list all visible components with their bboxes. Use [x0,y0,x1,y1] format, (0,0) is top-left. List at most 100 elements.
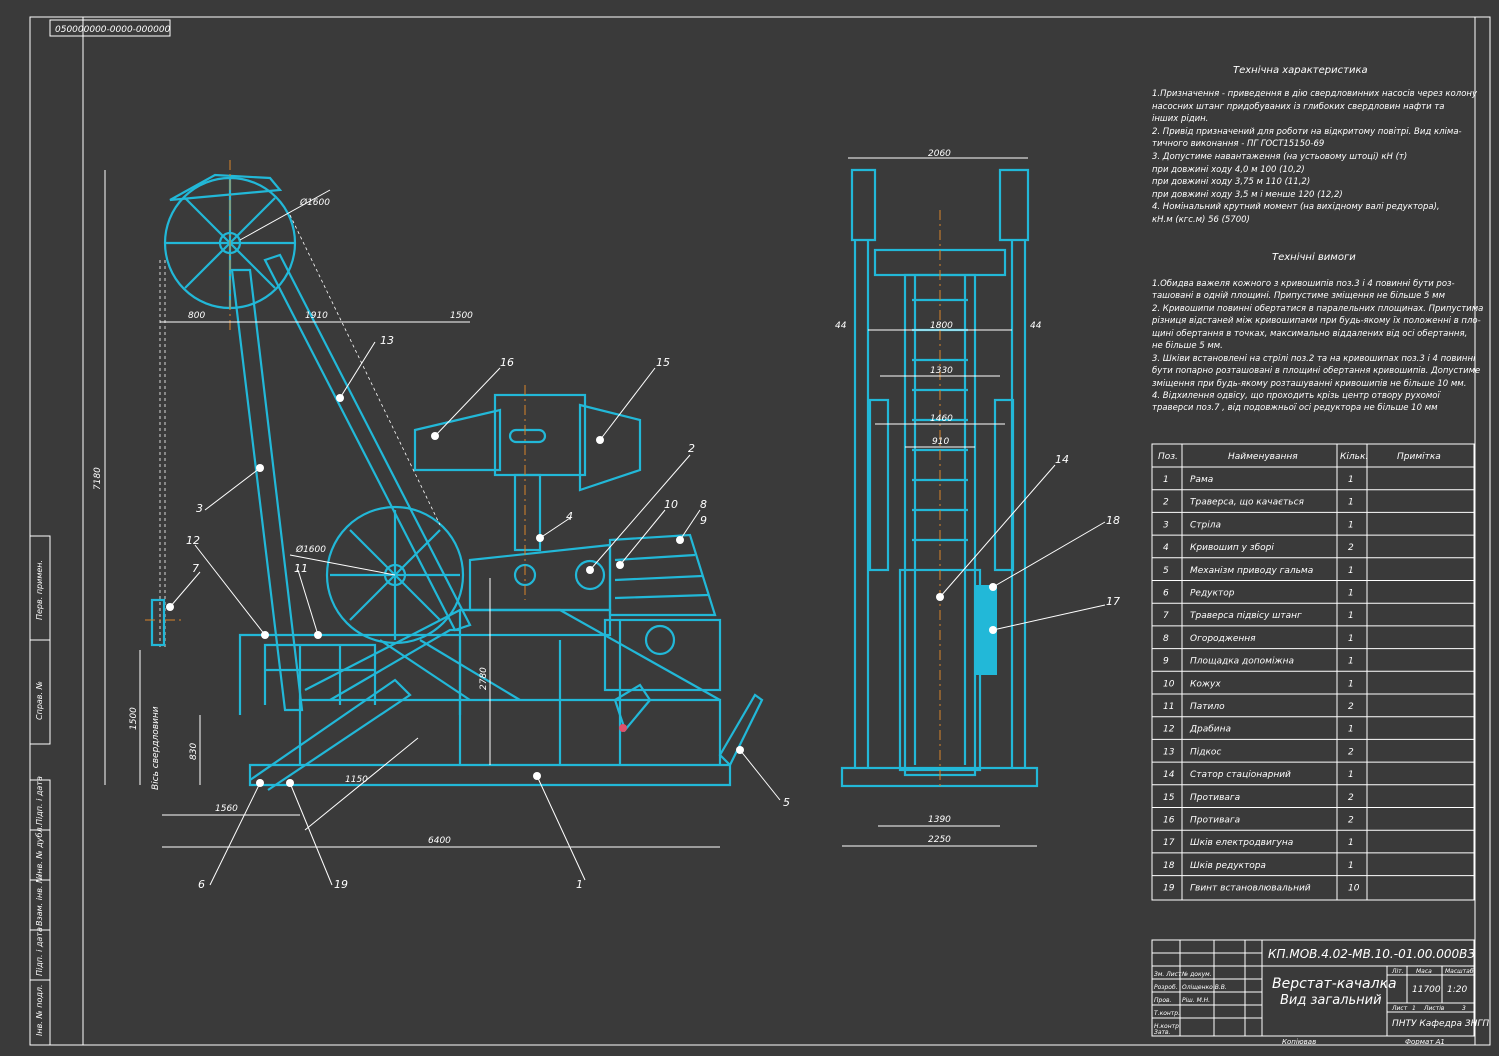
table-cell: Противага [1190,793,1240,803]
copied-label: Копіював [1282,1038,1316,1046]
table-cell: Статор стаціонарний [1190,770,1291,780]
strip-label-2: Підп. і дата [35,776,44,825]
callout-17: 17 [1106,595,1120,608]
dim-1330: 1330 [930,366,953,376]
dim-dia-upper: Ø1600 [299,197,330,208]
dim-1560: 1560 [215,804,238,814]
callout-6: 6 [198,878,205,891]
table-cell: 10 [1348,884,1360,894]
table-cell: Кожух [1190,679,1221,689]
name-1: Оліщенко В.В. [1182,984,1227,991]
drawing-name-line2: Вид загальний [1280,993,1382,1008]
dim-1500-left: 1500 [129,707,139,730]
organization: ПНТУ Кафедра ЗНГП [1392,1019,1489,1029]
dim-830: 830 [189,743,199,760]
tech-req-line: щині обертання в точках, максимально від… [1152,329,1467,339]
dim-dia-lower: Ø1600 [295,544,326,555]
tech-char-line: 4. Номінальний крутний момент (на вихідн… [1152,202,1440,212]
title-block: КП.МОВ.4.02-МВ.10.-01.00.000ВЗ Верстат-к… [1151,939,1489,1046]
callout-14: 14 [1055,453,1069,466]
dim-6400: 6400 [428,836,451,846]
callout-7: 7 [192,562,199,575]
dim-2060: 2060 [928,149,951,159]
dim-44-right: 44 [1030,321,1042,331]
table-cell: 18 [1163,861,1175,871]
role-0: Зм. Лист [1154,971,1182,978]
table-cell: 5 [1163,566,1169,576]
table-cell: 1 [1348,566,1354,576]
parts-table: Поз. Найменування Кільк. Примітка 1 Рама 1… [1151,443,1475,901]
lit-label: Літ. [1391,968,1404,975]
tech-char-line: 1.Призначення - приведення в дію свердло… [1152,89,1478,99]
strip-label-5: Підп. і дата [35,927,44,976]
role-1: Розроб. [1154,984,1178,991]
table-cell: 15 [1163,793,1175,803]
drawing-code-stamp: 050000000-0000-000000 [55,25,171,35]
scale-label: Масштаб [1445,968,1474,975]
dim-1150: 1150 [345,775,368,785]
dim-2250: 2250 [928,835,951,845]
strip-label-1: Справ. № [35,681,44,720]
dim-1460: 1460 [930,414,953,424]
tech-req-title: Технічні вимоги [1272,251,1356,263]
callout-18: 18 [1106,514,1120,527]
left-side-strip: Перв. примен. Справ. № Підп. і дата Інв.… [29,535,51,1046]
callout-5: 5 [783,796,790,809]
callouts: 1 2 3 4 5 6 7 8 9 10 11 12 13 16 15 19 [166,334,790,891]
table-cell: Шків редуктора [1190,861,1266,871]
tech-req-line: 1.Обидва важеля кожного з кривошипів поз… [1152,279,1455,289]
tech-char-line: при довжині ходу 3,5 м і менше 120 (12,2… [1152,190,1343,200]
tech-char-line: при довжині ходу 4,0 м 100 (10,2) [1152,165,1305,175]
side-view-drawing: 800 1910 1500 7180 1500 Вісь свердловини… [93,160,764,848]
table-header-note: Примітка [1397,452,1441,462]
callout-16: 16 [500,356,514,369]
table-cell: 1 [1348,589,1354,599]
table-cell: Редуктор [1190,589,1235,599]
tech-req-line: 3. Шківи встановлені на стрілі поз.2 та … [1152,354,1476,364]
table-cell: 2 [1348,816,1354,826]
table-cell: Рама [1190,475,1213,485]
table-cell: Кривошип у зборі [1190,543,1274,553]
table-cell: Стріла [1190,520,1221,530]
table-cell: Траверса підвісу штанг [1190,611,1302,621]
dim-1800: 1800 [930,321,953,331]
table-cell: 2 [1348,702,1354,712]
table-cell: Противага [1190,816,1240,826]
callout-8: 8 [700,498,707,511]
callout-19: 19 [334,878,348,891]
callout-9: 9 [700,514,707,527]
table-cell: 1 [1348,475,1354,485]
name-2: Ріш. М.Н. [1182,997,1210,1004]
table-header-qty: Кільк. [1340,452,1368,462]
table-cell: 1 [1348,611,1354,621]
parts-rows: 1 Рама 12 Траверса, що качається 13 Стріла 14 К… [1152,475,1474,894]
strip-label-3: Інв. № дубл. [35,825,44,876]
table-cell: 2 [1348,543,1354,553]
dim-1390: 1390 [928,815,951,825]
tech-char-line: 2. Привід призначений для роботи на відк… [1152,127,1462,137]
doc-code: КП.МОВ.4.02-МВ.10.-01.00.000ВЗ [1268,947,1475,961]
table-cell: Траверса, що качається [1190,498,1305,508]
table-cell: 1 [1348,770,1354,780]
tech-req-line: зміщення при будь-якому розташуванні кри… [1152,379,1466,389]
tech-req-line: ташовані в одній площині. Припустиме змі… [1152,291,1446,301]
table-cell: 11 [1163,702,1174,712]
well-axis-label: Вісь свердловини [151,706,161,790]
tech-char-line: інших рідин. [1152,114,1208,124]
front-view-drawing: 2060 1800 44 44 1330 1460 910 1390 2250 … [835,149,1120,847]
sheets-label: Листів [1423,1005,1445,1012]
dim-910: 910 [932,437,949,447]
table-cell: 2 [1348,793,1354,803]
tech-char-line: тичного виконання - ПГ ГОСТ15150-69 [1152,139,1324,149]
table-cell: 17 [1163,838,1175,848]
strip-label-4: Взам. інв. № [35,875,44,926]
tech-req-line: 2. Кривошипи повинні обертатися в парале… [1152,304,1483,314]
callout-2: 2 [688,442,695,455]
table-cell: Механізм приводу гальма [1190,566,1313,576]
table-cell: Площадка допоміжна [1190,657,1294,667]
table-cell: 13 [1163,747,1175,757]
drawing-name-line1: Верстат-качалка [1272,976,1397,992]
scale-value: 1:20 [1447,985,1467,995]
tech-req-line: 4. Відхилення одвісу, що проходить крізь… [1152,391,1441,401]
table-cell: 19 [1163,884,1175,894]
